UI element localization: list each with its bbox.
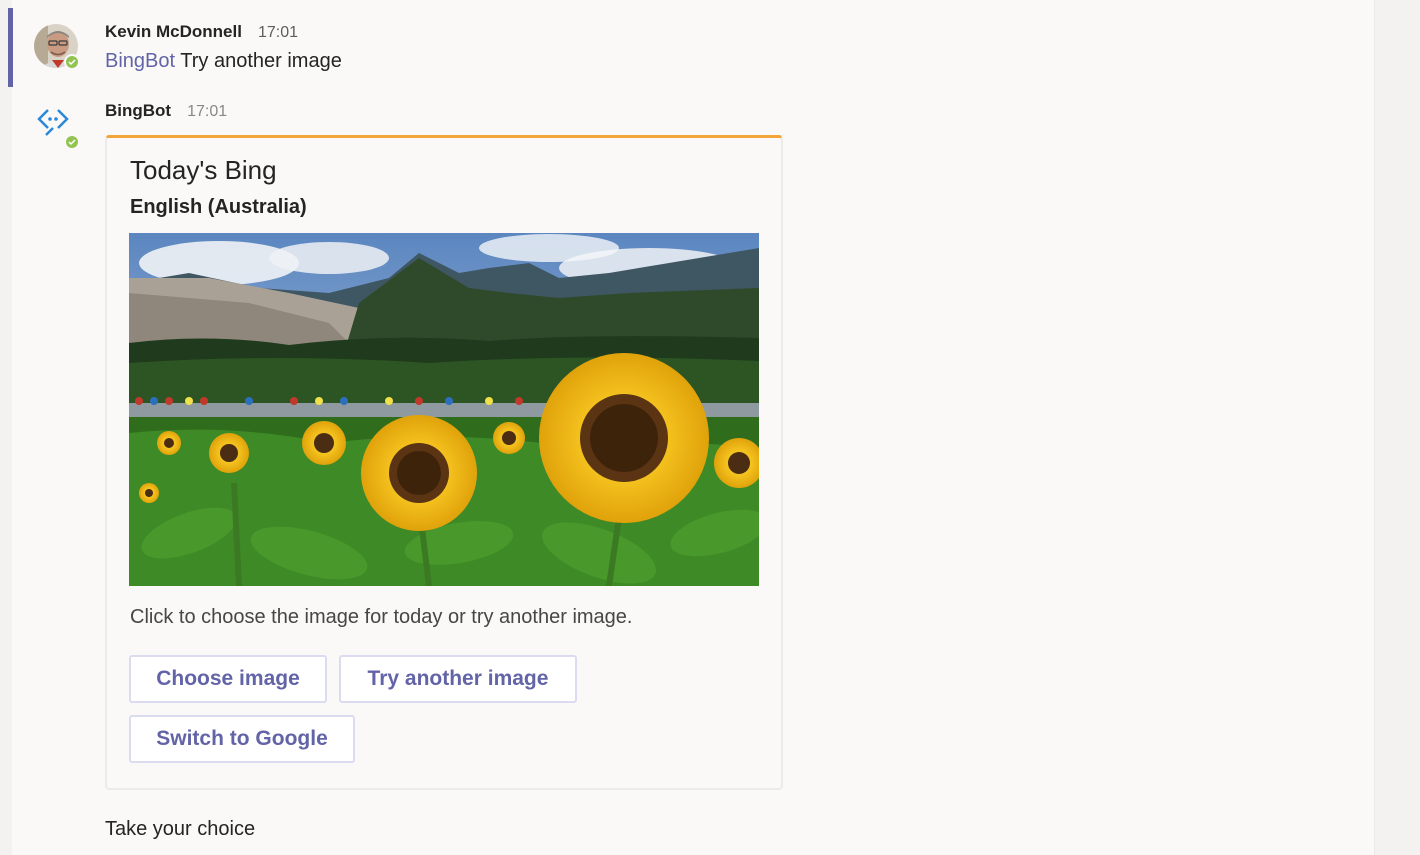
author-name[interactable]: BingBot (105, 101, 171, 121)
switch-to-google-button[interactable]: Switch to Google (129, 715, 355, 763)
try-another-image-button[interactable]: Try another image (339, 655, 577, 703)
message-header: BingBot 17:01 (105, 101, 227, 121)
mention-link[interactable]: BingBot (105, 50, 175, 72)
author-name[interactable]: Kevin McDonnell (105, 22, 242, 42)
left-gutter (0, 0, 12, 855)
message-header: Kevin McDonnell 17:01 (105, 22, 298, 42)
selected-message-accent (8, 8, 13, 87)
choose-image-button[interactable]: Choose image (129, 655, 327, 703)
card-instructions: Click to choose the image for today or t… (130, 606, 633, 628)
adaptive-card: Today's Bing English (Australia) Click t… (105, 135, 783, 790)
user-avatar[interactable] (34, 24, 80, 70)
message-body: BingBot Try another image (105, 50, 342, 73)
card-title: Today's Bing (130, 155, 277, 185)
presence-available-icon (64, 54, 80, 70)
message-text: Try another image (180, 50, 342, 72)
presence-available-icon (64, 134, 80, 150)
card-subtitle: English (Australia) (130, 196, 307, 218)
bot-message-text: Take your choice (105, 818, 256, 840)
right-pane (1374, 0, 1420, 855)
bing-image[interactable] (129, 233, 759, 586)
message-time: 17:01 (187, 103, 228, 120)
message-time: 17:01 (257, 24, 299, 41)
bot-avatar[interactable] (34, 104, 80, 150)
sunflowers-cyclists-photo-icon (129, 233, 759, 586)
